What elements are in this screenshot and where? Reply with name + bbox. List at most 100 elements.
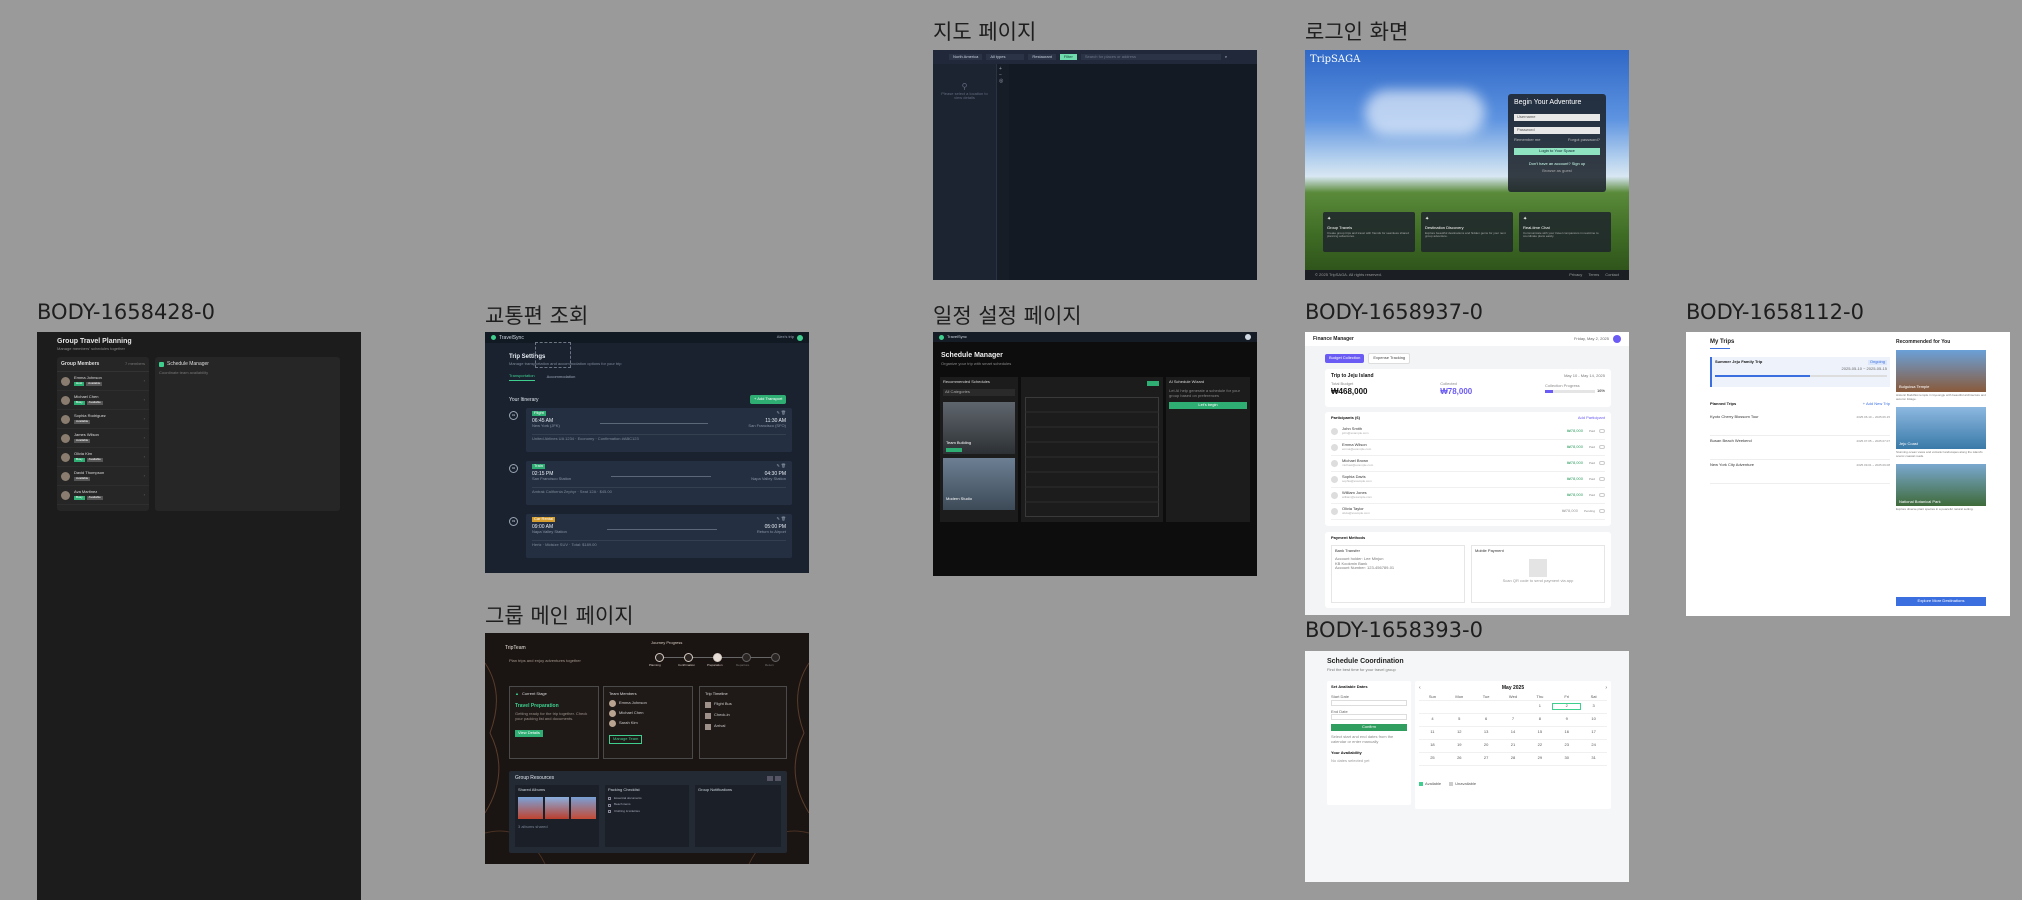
explore-more-button[interactable]: Explore More Destinations [1896, 597, 1986, 606]
recommendation-card[interactable]: Jeju Coast Stunning ocean views and volca… [1896, 407, 1986, 458]
calendar-day[interactable]: 18 [1419, 743, 1446, 748]
type-select[interactable]: All types [986, 53, 1025, 61]
calendar-day[interactable]: 9 [1553, 717, 1580, 722]
avatar[interactable] [1613, 335, 1621, 343]
calendar-day[interactable]: 5 [1446, 717, 1473, 722]
login-button[interactable]: Login to Your Space [1514, 147, 1600, 155]
footer-link[interactable]: Contact [1605, 272, 1619, 278]
add-transport-button[interactable]: + Add Transport [750, 395, 787, 404]
schedule-card[interactable]: Team Building [943, 401, 1015, 454]
toggle-icon[interactable] [1599, 461, 1605, 466]
begin-wizard-button[interactable]: Let's begin [1169, 402, 1247, 410]
album-thumbnail[interactable] [544, 796, 570, 819]
participant-row[interactable]: William Jones william@example.com ₩78,000 P… [1331, 488, 1605, 504]
toggle-icon[interactable] [1599, 493, 1605, 498]
map-zoom-controls[interactable]: + − ◎ [999, 66, 1007, 102]
team-member[interactable]: Michael Chen [609, 709, 687, 717]
member-row[interactable]: Ava Martinez Busy Available › [57, 486, 149, 505]
recommendation-card[interactable]: National Botanical Park Explore diverse p… [1896, 464, 1986, 512]
calendar-day[interactable]: 13 [1473, 730, 1500, 735]
map-canvas[interactable] [1009, 64, 1257, 280]
team-member[interactable]: Emma Johnson [609, 699, 687, 707]
checklist-item[interactable]: Clothing & toiletries [608, 809, 686, 814]
itinerary-card[interactable]: Car Rental ✎ 🗑 09:00 AM Napa Valley Station… [526, 514, 792, 558]
member-row[interactable]: Olivia Kim Busy Available › [57, 448, 149, 467]
username-input[interactable]: Username [1514, 114, 1600, 122]
edit-icon[interactable]: ✎ 🗑 [776, 516, 786, 522]
member-row[interactable]: David Thompson Available › [57, 467, 149, 486]
calendar-day[interactable]: 10 [1580, 717, 1607, 722]
album-thumbnail[interactable] [571, 796, 597, 819]
grid-view-icon[interactable] [767, 775, 773, 781]
calendar-day[interactable]: 1 [1526, 704, 1553, 709]
member-row[interactable]: Michael Chen Busy Available › [57, 391, 149, 410]
planned-trip-row[interactable]: Kyoto Cherry Blossom Tour 2025.06.10 ~ 20… [1710, 412, 1890, 436]
start-date-input[interactable] [1331, 699, 1407, 706]
calendar-day[interactable]: 24 [1580, 743, 1607, 748]
manage-team-button[interactable]: Manage Team [609, 734, 643, 744]
participant-row[interactable]: John Smith john@example.com ₩78,000 Paid [1331, 424, 1605, 440]
calendar-day[interactable]: 23 [1553, 743, 1580, 748]
calendar-day[interactable]: 22 [1526, 743, 1553, 748]
schedule-card[interactable]: Modern Studio [943, 457, 1015, 510]
participant-row[interactable]: Emma Wilson emma@example.com ₩78,000 Paid [1331, 440, 1605, 456]
add-schedule-button[interactable] [1147, 381, 1159, 386]
calendar-day[interactable]: 21 [1500, 743, 1527, 748]
member-row[interactable]: Emma Johnson Host Available › [57, 372, 149, 391]
calendar-day[interactable]: 28 [1500, 756, 1527, 761]
toggle-icon[interactable] [1599, 509, 1605, 514]
calendar-day[interactable]: 14 [1500, 730, 1527, 735]
calendar-day[interactable]: 26 [1446, 756, 1473, 761]
participant-row[interactable]: Michael Brown michael@example.com ₩78,000 P… [1331, 456, 1605, 472]
calendar-day[interactable]: 7 [1500, 717, 1527, 722]
itinerary-card[interactable]: Flight ✎ 🗑 06:45 AM New York (JFK) 11:30 AM S… [526, 408, 792, 452]
avatar[interactable] [797, 334, 803, 341]
calendar-day[interactable]: 17 [1580, 730, 1607, 735]
calendar-day[interactable]: 4 [1419, 717, 1446, 722]
calendar-day[interactable]: 11 [1419, 730, 1446, 735]
checkbox-icon[interactable] [608, 797, 611, 801]
calendar-day[interactable]: 30 [1553, 756, 1580, 761]
next-month-icon[interactable]: › [1605, 685, 1607, 691]
featured-trip-card[interactable]: Summer Jeju Family Trip Ongoing 2025-05-… [1710, 357, 1890, 387]
calendar-day[interactable]: 16 [1553, 730, 1580, 735]
team-member[interactable]: Sarah Kim [609, 719, 687, 727]
itinerary-card[interactable]: Train ✎ 🗑 02:15 PM San Francisco Station 04:… [526, 461, 792, 505]
calendar-day[interactable]: 20 [1473, 743, 1500, 748]
region-select[interactable]: North America [949, 53, 983, 61]
checkbox-icon[interactable] [608, 803, 611, 807]
calendar-day[interactable]: 6 [1473, 717, 1500, 722]
checklist-item[interactable]: Beach items [608, 803, 686, 807]
view-details-button[interactable]: View Details [515, 730, 543, 738]
password-input[interactable]: Password [1514, 127, 1600, 134]
planned-trip-row[interactable]: New York City Adventure 2025.09.01 ~ 2025… [1710, 460, 1890, 484]
end-date-input[interactable] [1331, 714, 1407, 721]
tab-budget-collection[interactable]: Budget Collection [1325, 354, 1365, 363]
tab-transportation[interactable]: Transportation [509, 373, 535, 381]
locate-icon[interactable]: ◎ [999, 78, 1007, 84]
calendar-day[interactable]: 29 [1526, 756, 1553, 761]
remember-checkbox[interactable]: Remember me [1514, 137, 1540, 143]
participant-row[interactable]: Olivia Taylor olivia@example.com ₩78,000 Pe… [1331, 504, 1605, 520]
toggle-icon[interactable] [1599, 429, 1605, 434]
participant-row[interactable]: Sophia Davis sophia@example.com ₩78,000 Pai… [1331, 472, 1605, 488]
recommendation-card[interactable]: Bulguksa Temple Historic Buddhist temple … [1896, 350, 1986, 401]
filter-button[interactable]: Filter [1059, 53, 1077, 61]
signup-link[interactable]: Don't have an account? Sign up [1514, 161, 1600, 167]
toggle-icon[interactable] [1599, 477, 1605, 482]
calendar-day[interactable]: 8 [1526, 717, 1553, 722]
tab-expense-tracking[interactable]: Expense Tracking [1368, 353, 1411, 364]
calendar-day[interactable]: 27 [1473, 756, 1500, 761]
calendar-day[interactable]: 25 [1419, 756, 1446, 761]
checkbox-icon[interactable] [608, 810, 611, 814]
toggle-icon[interactable] [1599, 445, 1605, 450]
guest-link[interactable]: Browse as guest [1514, 169, 1600, 174]
category-select[interactable]: All Categories [943, 388, 1015, 396]
calendar-day[interactable]: 31 [1580, 756, 1607, 761]
search-icon[interactable]: ⌕ [1225, 54, 1227, 60]
edit-icon[interactable]: ✎ 🗑 [776, 410, 786, 416]
album-thumbnail[interactable] [518, 796, 543, 819]
calendar-day[interactable]: 15 [1526, 730, 1553, 735]
add-participant-button[interactable]: Add Participant [1578, 415, 1605, 421]
planned-trip-row[interactable]: Busan Beach Weekend 2025.07.05 ~ 2025.07.… [1710, 436, 1890, 460]
